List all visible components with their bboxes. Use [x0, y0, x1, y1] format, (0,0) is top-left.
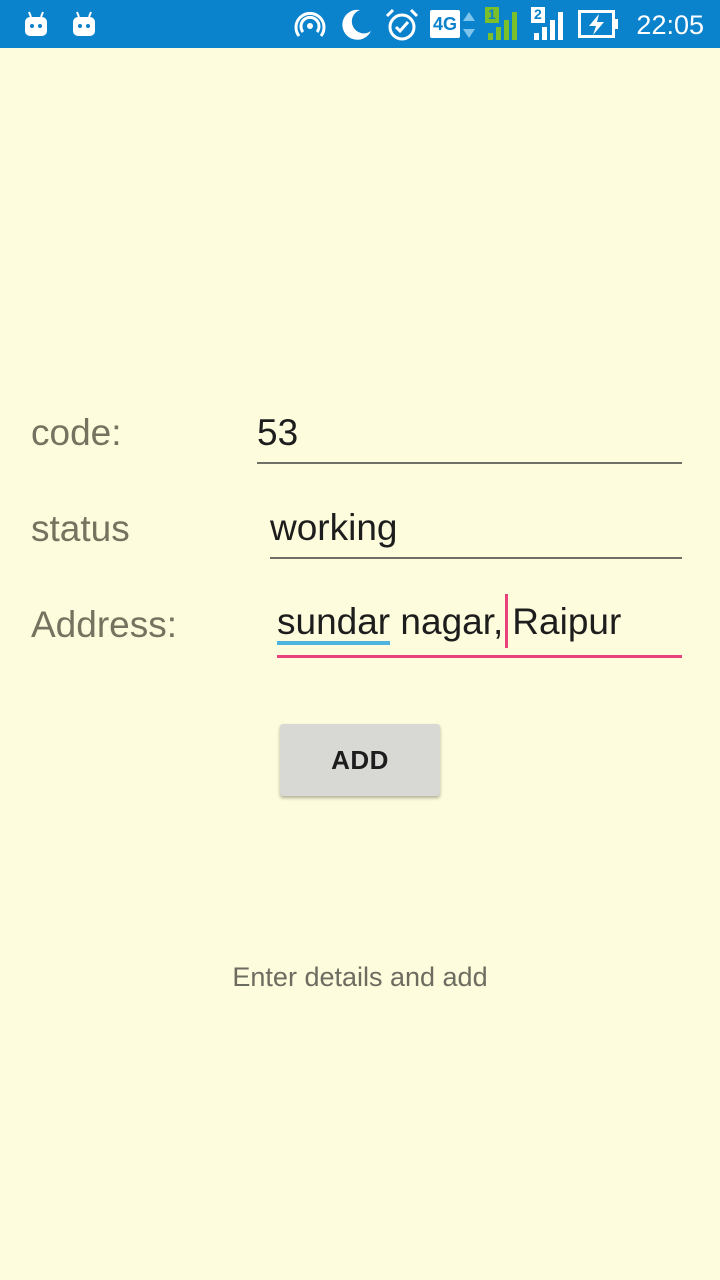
address-value-end: Raipur — [512, 601, 622, 642]
android-notification-icon — [73, 11, 95, 36]
clock-time: 22:05 — [636, 10, 704, 40]
address-input[interactable]: sundar nagar, Raipur — [277, 594, 682, 658]
address-input-underline — [277, 655, 682, 658]
sim1-label: 1 — [488, 6, 496, 22]
status-label: status — [31, 508, 130, 549]
address-label: Address: — [31, 604, 178, 645]
status-input[interactable]: working — [270, 495, 682, 559]
code-label: code: — [31, 412, 122, 453]
hint-text: Enter details and add — [232, 962, 488, 992]
alarm-icon — [385, 8, 419, 41]
code-input-underline — [257, 462, 682, 464]
status-value: working — [270, 507, 398, 548]
hotspot-icon — [294, 11, 326, 37]
network-4g-label: 4G — [432, 14, 457, 34]
data-activity-icon — [463, 12, 475, 38]
battery-charging-icon — [578, 10, 618, 38]
night-mode-icon — [342, 9, 371, 40]
address-value-middle: nagar, — [390, 601, 504, 642]
status-bar: 4G 1 2 22:05 — [0, 0, 720, 48]
sim2-label: 2 — [534, 6, 542, 22]
spellcheck-word: sundar — [277, 603, 391, 645]
network-4g-icon: 4G — [430, 10, 460, 38]
text-cursor — [505, 594, 509, 648]
code-input[interactable]: 53 — [257, 400, 682, 464]
address-value: sundar nagar, Raipur — [277, 594, 621, 648]
status-input-underline — [270, 557, 682, 559]
code-value: 53 — [257, 412, 299, 453]
android-notification-icon — [25, 11, 47, 36]
add-button[interactable]: ADD — [280, 724, 440, 796]
